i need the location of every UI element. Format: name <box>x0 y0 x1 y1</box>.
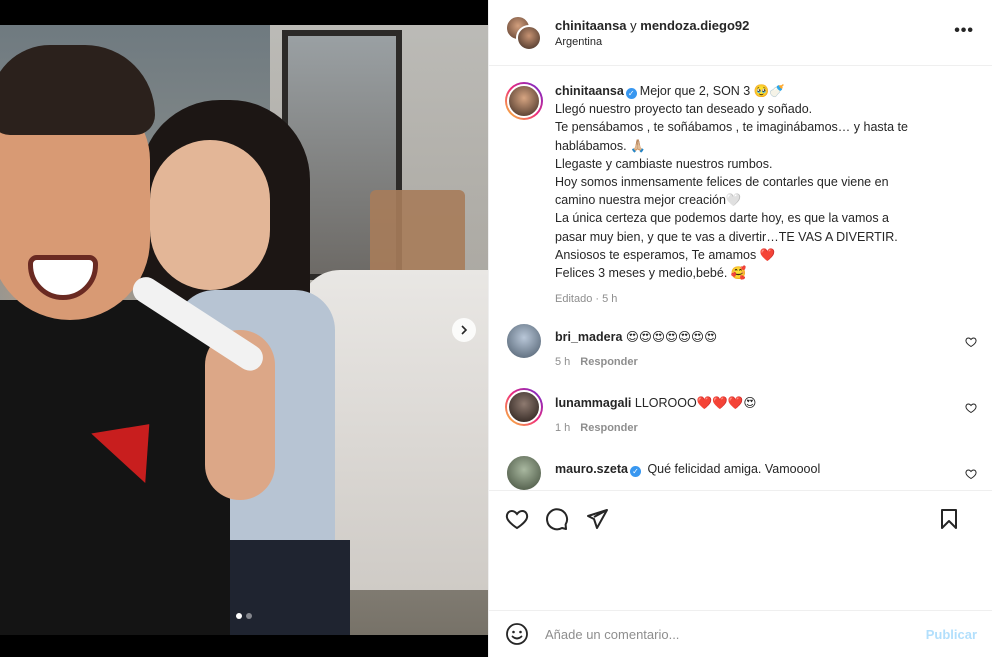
post-caption: chinitaansa ✓ Mejor que 2, SON 3 🥹🍼 Llegó … <box>489 66 992 308</box>
avatar-image <box>505 454 543 490</box>
comment-meta: 1 h Responder <box>555 419 756 437</box>
post-media <box>0 0 488 657</box>
comment-item: mauro.szeta ✓ Qué felicidad amiga. Vamooo… <box>489 454 992 490</box>
caption-meta: Editado · 5 h <box>555 293 618 306</box>
photo-pants <box>220 540 350 635</box>
header-text: chinitaansa y mendoza.diego92 Argentina <box>555 18 749 48</box>
comment-username[interactable]: lunammagali <box>555 396 631 410</box>
caption-line: Hoy somos inmensamente felices de contar… <box>555 175 889 190</box>
caption-line: Te pensábamos , te soñábamos , te imagin… <box>555 120 908 135</box>
comment-meta: 5 h Responder <box>555 353 717 371</box>
heart-outline-icon[interactable] <box>505 507 529 531</box>
caption-line: chinitaansa ✓ Mejor que 2, SON 3 🥹🍼 <box>555 82 908 100</box>
caption-line: hablábamos. 🙏🏼 <box>555 138 646 153</box>
carousel-next-button[interactable] <box>452 318 476 342</box>
photo-chair <box>370 190 465 280</box>
comment-body: mauro.szeta ✓ Qué felicidad amiga. Vamooo… <box>555 460 820 490</box>
comment-item: lunammagali LLOROOO❤️❤️❤️😍 1 h Responder <box>489 388 992 440</box>
avatar-image <box>507 84 541 118</box>
comment-item: bri_madera 😍😍😍😍😍😍😍 5 h Responder <box>489 322 992 374</box>
more-horizontal-icon[interactable]: ••• <box>954 22 974 40</box>
post-details-panel: chinitaansa y mendoza.diego92 Argentina … <box>488 0 992 657</box>
photo-shirt-logo <box>91 406 174 494</box>
emoji-icon[interactable] <box>505 622 529 646</box>
comment-username[interactable]: mauro.szeta <box>555 462 628 476</box>
comment-text: Qué felicidad amiga. Vamooool <box>647 462 821 477</box>
caption-first-line: Mejor que 2, SON 3 🥹🍼 <box>639 84 785 98</box>
reply-button[interactable]: Responder <box>580 356 637 368</box>
chevron-right-icon <box>461 325 468 335</box>
comment-text-line: lunammagali LLOROOO❤️❤️❤️😍 <box>555 394 756 412</box>
avatar <box>516 24 542 51</box>
post-header: chinitaansa y mendoza.diego92 Argentina … <box>489 0 992 66</box>
verified-badge-icon: ✓ <box>625 88 637 99</box>
caption-line: Felices 3 meses y medio,bebé. 🥰 <box>555 266 747 281</box>
comment-text: 😍😍😍😍😍😍😍 <box>625 330 718 345</box>
comment-time: 5 h <box>555 355 571 368</box>
heart-outline-icon[interactable] <box>965 402 977 414</box>
heart-outline-icon[interactable] <box>965 336 977 348</box>
carousel-dot <box>246 613 252 619</box>
caption-username[interactable]: chinitaansa <box>555 84 624 98</box>
share-icon[interactable] <box>585 507 609 531</box>
avatar[interactable] <box>505 454 543 490</box>
verified-badge-icon: ✓ <box>629 466 641 478</box>
comment-input[interactable] <box>545 626 926 642</box>
avatar-image <box>507 390 541 425</box>
comment-body: bri_madera 😍😍😍😍😍😍😍 5 h Responder <box>555 328 717 374</box>
comment-time: 1 h <box>555 421 571 434</box>
carousel-dot <box>236 613 242 619</box>
post-actions <box>489 490 992 546</box>
caption-line: La única certeza que podemos darte hoy, … <box>555 211 890 226</box>
author-link[interactable]: mendoza.diego92 <box>640 18 749 33</box>
comments-scroll[interactable]: chinitaansa ✓ Mejor que 2, SON 3 🥹🍼 Llegó … <box>489 66 992 490</box>
comment-text: LLOROOO❤️❤️❤️😍 <box>634 396 757 411</box>
comment-username[interactable]: bri_madera <box>555 330 622 344</box>
carousel-dots <box>236 613 252 619</box>
comment-text-line: mauro.szeta ✓ Qué felicidad amiga. Vamooo… <box>555 460 820 478</box>
photo-man-shirt <box>0 300 230 635</box>
caption-body: chinitaansa ✓ Mejor que 2, SON 3 🥹🍼 Llegó … <box>555 82 908 308</box>
collab-avatars[interactable] <box>505 13 545 53</box>
location-link[interactable]: Argentina <box>555 36 749 48</box>
caption-line: Llegaste y cambiaste nuestros rumbos. <box>555 156 773 171</box>
bookmark-icon[interactable] <box>937 507 961 531</box>
avatar[interactable] <box>505 322 543 361</box>
caption-line: pasar muy bien, y que te vas a divertir…… <box>555 229 898 244</box>
photo-woman-face <box>150 140 270 290</box>
caption-text: chinitaansa ✓ Mejor que 2, SON 3 🥹🍼 Llegó … <box>555 82 908 282</box>
comment-icon[interactable] <box>545 507 569 531</box>
reply-button[interactable]: Responder <box>580 422 637 434</box>
avatar[interactable] <box>505 82 543 120</box>
post-authors: chinitaansa y mendoza.diego92 <box>555 18 749 33</box>
avatar[interactable] <box>505 388 543 427</box>
heart-outline-icon[interactable] <box>965 468 977 480</box>
author-link[interactable]: chinitaansa <box>555 18 627 33</box>
caption-line: camino nuestra mejor creación🤍 <box>555 193 742 208</box>
comment-text-line: bri_madera 😍😍😍😍😍😍😍 <box>555 328 717 346</box>
publish-button[interactable]: Publicar <box>926 627 977 642</box>
caption-line: Llegó nuestro proyecto tan deseado y soñ… <box>555 102 813 117</box>
add-comment-bar: Publicar <box>489 610 992 657</box>
avatar-image <box>505 322 543 361</box>
caption-line: Ansiosos te esperamos, Te amamos ❤️ <box>555 247 776 262</box>
author-conjunction: y <box>626 17 641 33</box>
comment-body: lunammagali LLOROOO❤️❤️❤️😍 1 h Responder <box>555 394 756 440</box>
